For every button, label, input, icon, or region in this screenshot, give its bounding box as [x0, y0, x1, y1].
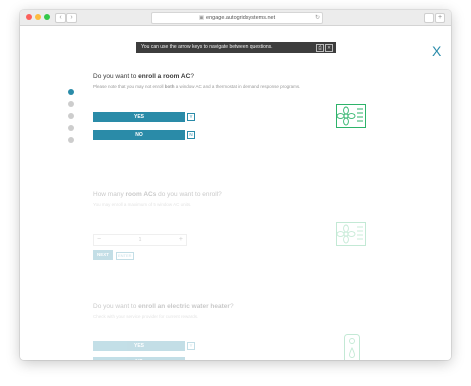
- no-shortcut-key: N: [187, 131, 195, 139]
- question-title-bold: enroll an electric water heater: [138, 303, 230, 310]
- yes-shortcut-key: Y: [187, 113, 195, 121]
- question-title: Do you want to enroll an electric water …: [93, 303, 234, 310]
- close-icon[interactable]: ✕: [325, 44, 333, 52]
- question-title-prefix: Do you want to: [93, 73, 139, 80]
- progress-dot-3[interactable]: [68, 113, 74, 119]
- next-button[interactable]: NEXT: [93, 250, 113, 260]
- print-icon[interactable]: ⎙: [316, 44, 324, 52]
- note-suffix: a window AC and a thermostat in demand r…: [174, 84, 301, 89]
- ac-unit-icon: [336, 104, 366, 128]
- increment-button[interactable]: +: [179, 235, 183, 245]
- reload-icon[interactable]: ↻: [315, 13, 320, 23]
- minimize-window-button[interactable]: [35, 14, 41, 20]
- question-title-suffix: ?: [229, 303, 234, 310]
- note-bold: both: [164, 84, 175, 89]
- no-button[interactable]: NO: [93, 130, 185, 140]
- yes-shortcut-key: Y: [187, 342, 195, 350]
- page-content: You can use the arrow keys to navigate b…: [20, 26, 451, 360]
- browser-toolbar: ‹ › ▣ engage.autogridsystems.net ↻ +: [20, 10, 451, 26]
- address-bar[interactable]: ▣ engage.autogridsystems.net ↻: [151, 12, 323, 24]
- share-icon[interactable]: [424, 13, 434, 23]
- new-tab-button[interactable]: +: [435, 13, 445, 23]
- enter-shortcut-key: ENTER: [116, 252, 134, 260]
- question-note: Please note that you may not enroll both…: [93, 84, 300, 89]
- question-title-bold: enroll a room AC: [138, 73, 191, 80]
- yes-button[interactable]: YES: [93, 112, 185, 122]
- question-title-suffix: do you want to enroll?: [156, 191, 222, 198]
- no-button[interactable]: NO: [93, 357, 185, 360]
- keyboard-hint-text: You can use the arrow keys to navigate b…: [141, 44, 273, 50]
- close-window-button[interactable]: [26, 14, 32, 20]
- lock-icon: ▣: [198, 15, 205, 21]
- progress-dot-1[interactable]: [68, 89, 74, 95]
- quantity-stepper[interactable]: − 1 +: [93, 234, 187, 246]
- keyboard-hint-bar: You can use the arrow keys to navigate b…: [136, 42, 336, 53]
- question-note: Check with your service provider for cur…: [93, 314, 199, 319]
- back-button[interactable]: ‹: [55, 13, 66, 23]
- progress-dot-4[interactable]: [68, 125, 74, 131]
- question-note: You may enroll a maximum of 5 window AC …: [93, 202, 192, 207]
- question-title-bold: room ACs: [125, 191, 157, 198]
- ac-unit-icon: [336, 222, 366, 246]
- maximize-window-button[interactable]: [44, 14, 50, 20]
- browser-window: ‹ › ▣ engage.autogridsystems.net ↻ + You …: [20, 10, 451, 360]
- forward-button[interactable]: ›: [66, 13, 77, 23]
- url-text: engage.autogridsystems.net: [206, 15, 276, 21]
- question-title: Do you want to enroll a room AC?: [93, 73, 194, 80]
- question-title-prefix: Do you want to: [93, 303, 139, 310]
- note-prefix: Please note that you may not enroll: [93, 84, 165, 89]
- progress-dot-5[interactable]: [68, 137, 74, 143]
- yes-button[interactable]: YES: [93, 341, 185, 351]
- progress-dot-2[interactable]: [68, 101, 74, 107]
- water-heater-icon: [344, 334, 360, 360]
- close-form-button[interactable]: X: [432, 44, 441, 58]
- quantity-value: 1: [138, 237, 142, 243]
- question-title-prefix: How many: [93, 191, 126, 198]
- question-title-suffix: ?: [190, 73, 194, 80]
- question-title: How many room ACs do you want to enroll?: [93, 191, 222, 198]
